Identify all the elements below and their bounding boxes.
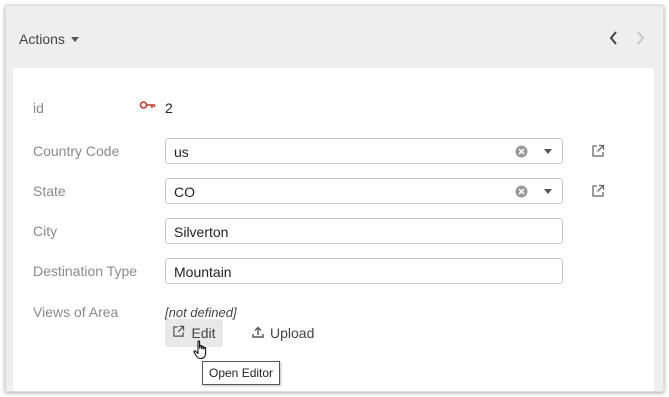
views-of-area-label: Views of Area: [33, 304, 119, 320]
clear-icon[interactable]: [515, 185, 528, 198]
upload-label: Upload: [270, 325, 315, 341]
city-row: City Silverton: [13, 218, 654, 246]
chevron-down-icon[interactable]: [544, 189, 552, 194]
destination-type-value: Mountain: [174, 264, 232, 280]
upload-icon: [252, 325, 264, 341]
country-code-label: Country Code: [33, 143, 120, 159]
toolbar: Actions: [6, 6, 663, 68]
upload-button[interactable]: Upload: [252, 319, 314, 347]
record-form: id 2 Country Code us State CO City Silve…: [13, 68, 654, 391]
key-icon: [139, 98, 157, 117]
caret-down-icon: [70, 36, 79, 42]
destination-type-row: Destination Type Mountain: [13, 258, 654, 286]
id-row: id 2: [13, 98, 654, 118]
destination-type-input[interactable]: Mountain: [165, 258, 563, 284]
actions-menu-button[interactable]: Actions: [19, 29, 79, 49]
country-code-select[interactable]: us: [165, 138, 563, 164]
country-code-row: Country Code us: [13, 138, 654, 166]
state-value: CO: [174, 184, 195, 200]
external-link-icon: [172, 325, 185, 341]
open-link-icon[interactable]: [591, 184, 605, 198]
id-label: id: [33, 100, 44, 116]
views-of-area-value: [not defined]: [165, 305, 237, 320]
clear-icon[interactable]: [515, 145, 528, 158]
city-input[interactable]: Silverton: [165, 218, 563, 244]
edit-label: Edit: [191, 325, 216, 341]
actions-label: Actions: [19, 31, 65, 47]
chevron-left-icon[interactable]: [605, 28, 621, 48]
chevron-right-icon[interactable]: [632, 28, 648, 48]
city-value: Silverton: [174, 224, 229, 240]
country-code-value: us: [174, 144, 189, 160]
open-link-icon[interactable]: [591, 144, 605, 158]
destination-type-label: Destination Type: [33, 263, 138, 279]
id-value: 2: [165, 100, 173, 116]
tooltip: Open Editor: [202, 361, 281, 385]
chevron-down-icon[interactable]: [544, 149, 552, 154]
record-window: Actions id 2 Country Code us State CO Ci…: [5, 5, 664, 392]
city-label: City: [33, 223, 58, 239]
state-row: State CO: [13, 178, 654, 206]
state-select[interactable]: CO: [165, 178, 563, 204]
tooltip-text: Open Editor: [209, 366, 274, 380]
state-label: State: [33, 183, 66, 199]
